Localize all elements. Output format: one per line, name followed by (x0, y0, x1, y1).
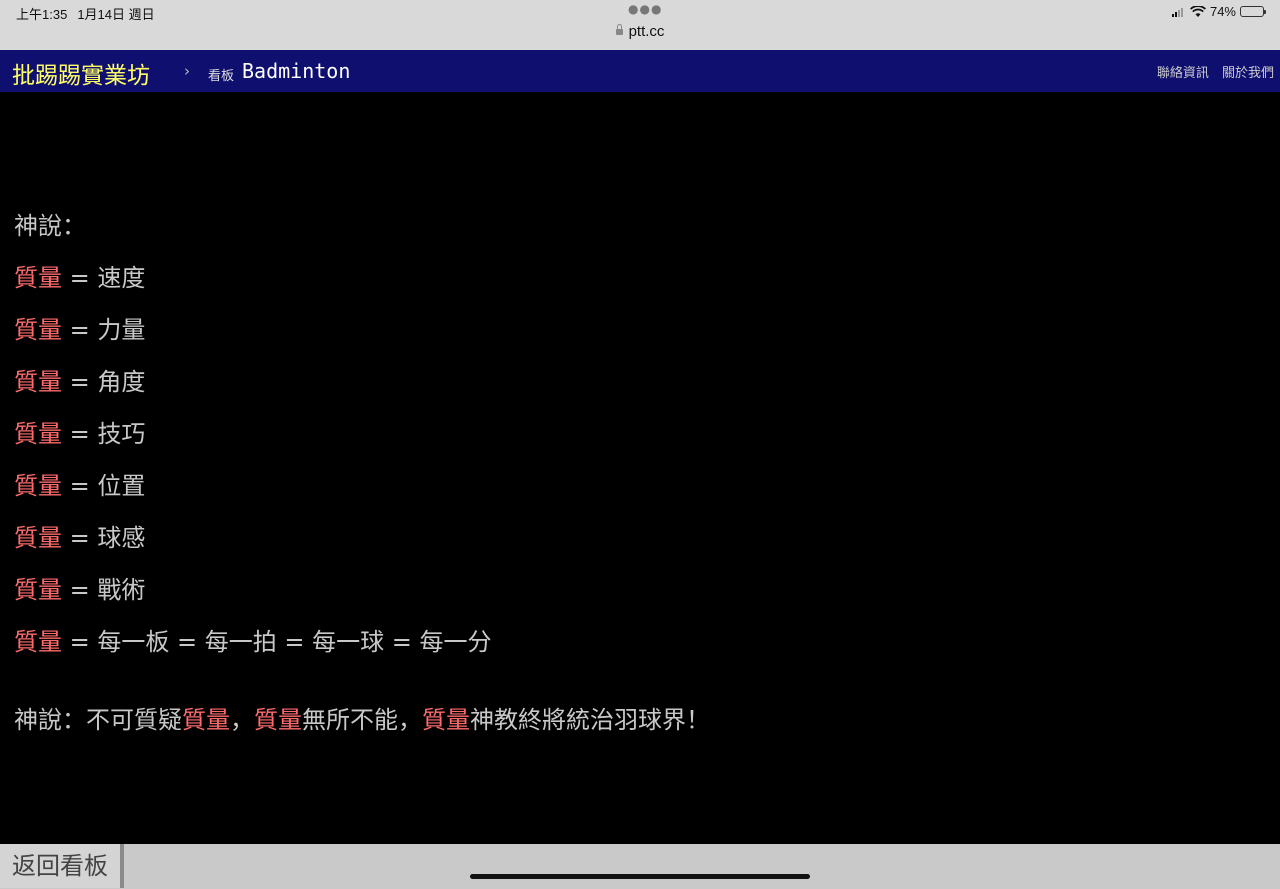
highlight-word: 質量 (422, 706, 470, 734)
definition-line-final: 質量 = 每一板 = 每一拍 = 每一球 = 每一分 (14, 616, 1264, 668)
closing-text: 神說：不可質疑 (14, 706, 182, 734)
status-date: 1月14日 週日 (77, 7, 155, 22)
article-body: 神說： 質量 = 速度 質量 = 力量 質量 = 角度 質量 = 技巧 質量 =… (14, 200, 1264, 746)
wifi-icon (1189, 5, 1206, 17)
lock-icon (615, 24, 623, 35)
contact-link[interactable]: 聯絡資訊 (1157, 66, 1209, 81)
address-bar[interactable]: ptt.cc (0, 23, 1280, 40)
definition-value: 每一球 (312, 628, 385, 656)
definition-value: 每一拍 (204, 628, 277, 656)
highlight-word: 質量 (14, 472, 62, 500)
equals-sign: = (62, 368, 98, 396)
site-logo-link[interactable]: 批踢踢實業坊 (12, 56, 150, 90)
cellular-signal-icon (1171, 7, 1184, 17)
closing-text: ， (230, 706, 254, 734)
highlight-word: 質量 (14, 264, 62, 292)
equals-sign: = (384, 628, 420, 656)
highlight-word: 質量 (14, 628, 62, 656)
browser-status-bar: 上午1:35 1月14日 週日 ●●● ptt.cc 74% (0, 0, 1280, 50)
definition-line: 質量 = 戰術 (14, 564, 1264, 616)
header-links: 聯絡資訊 關於我們 (1148, 62, 1274, 81)
highlight-word: 質量 (254, 706, 302, 734)
status-time-date: 上午1:35 1月14日 週日 (16, 4, 165, 23)
equals-sign: = (62, 316, 98, 344)
intro-line: 神說： (14, 212, 86, 240)
highlight-word: 質量 (14, 524, 62, 552)
highlight-word: 質量 (182, 706, 230, 734)
equals-sign: = (62, 420, 98, 448)
definition-value: 每一分 (419, 628, 492, 656)
definition-value: 速度 (97, 264, 146, 292)
ptt-header: 批踢踢實業坊 › 看板 Badminton 聯絡資訊 關於我們 (0, 50, 1280, 92)
definition-line: 質量 = 球感 (14, 512, 1264, 564)
equals-sign: = (62, 264, 98, 292)
highlight-word: 質量 (14, 368, 62, 396)
closing-text: 無所不能， (302, 706, 422, 734)
definition-line: 質量 = 力量 (14, 304, 1264, 356)
highlight-word: 質量 (14, 316, 62, 344)
home-indicator[interactable] (470, 874, 810, 879)
equals-sign: = (62, 472, 98, 500)
definition-value: 位置 (97, 472, 146, 500)
definition-value: 力量 (97, 316, 146, 344)
definition-line: 質量 = 角度 (14, 356, 1264, 408)
equals-sign: = (62, 524, 98, 552)
highlight-word: 質量 (14, 576, 62, 604)
equals-sign: = (62, 628, 98, 656)
definition-line: 質量 = 速度 (14, 252, 1264, 304)
definition-value: 每一板 (97, 628, 170, 656)
breadcrumb-separator: › (184, 62, 190, 80)
definition-value: 戰術 (97, 576, 146, 604)
definition-value: 球感 (97, 524, 146, 552)
url-text: ptt.cc (628, 23, 665, 40)
bottom-bar: 返回看板 (0, 844, 1280, 889)
back-to-board-button[interactable]: 返回看板 (0, 844, 124, 888)
battery-percent: 74% (1209, 4, 1236, 19)
battery-icon (1240, 6, 1266, 17)
equals-sign: = (62, 576, 98, 604)
definition-value: 技巧 (97, 420, 146, 448)
board-name-link[interactable]: Badminton (242, 59, 350, 83)
status-time: 上午1:35 (16, 7, 68, 22)
board-label: 看板 (208, 69, 235, 84)
more-dots-icon[interactable]: ●●● (628, 2, 662, 16)
highlight-word: 質量 (14, 420, 62, 448)
definition-line: 質量 = 技巧 (14, 408, 1264, 460)
about-link[interactable]: 關於我們 (1222, 66, 1274, 81)
status-indicators: 74% (1171, 4, 1266, 19)
definition-line: 質量 = 位置 (14, 460, 1264, 512)
equals-sign: = (276, 628, 313, 656)
definition-value: 角度 (97, 368, 146, 396)
equals-sign: = (169, 628, 205, 656)
closing-line: 神說：不可質疑質量，質量無所不能，質量神教終將統治羽球界！ (14, 694, 1264, 746)
closing-text: 神教終將統治羽球界！ (470, 706, 710, 734)
